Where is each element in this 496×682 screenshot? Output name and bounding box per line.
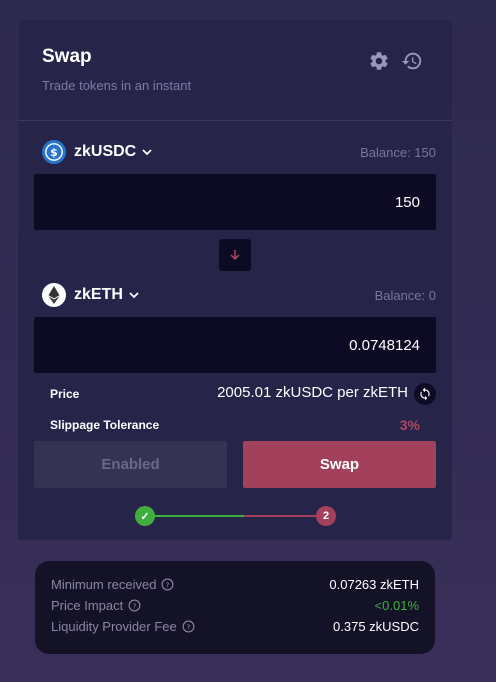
to-token-row: zkETH Balance: 0: [42, 283, 436, 309]
arrow-down-icon: [230, 250, 240, 261]
svg-text:?: ?: [133, 601, 137, 610]
min-received-row: Minimum received ? 0.07263 zkETH: [51, 577, 419, 595]
to-amount-input[interactable]: [34, 317, 436, 373]
to-balance: Balance: 0: [374, 288, 436, 303]
chevron-down-icon: [142, 149, 152, 156]
price-impact-row: Price Impact ? <0.01%: [51, 598, 419, 616]
slippage-label: Slippage Tolerance: [50, 418, 160, 432]
to-token-select[interactable]: zkETH: [42, 283, 140, 307]
help-icon[interactable]: ?: [182, 620, 195, 633]
min-received-value: 0.07263 zkETH: [329, 577, 419, 592]
enabled-button[interactable]: Enabled: [34, 441, 227, 488]
lp-fee-value: 0.375 zkUSDC: [333, 619, 419, 634]
swap-summary: Minimum received ? 0.07263 zkETH Price I…: [35, 561, 435, 654]
chevron-down-icon: [129, 292, 139, 299]
to-token-name: zkETH: [74, 286, 123, 303]
swap-card: Swap Trade tokens in an instant $ zkUSDC…: [18, 20, 452, 540]
from-token-select[interactable]: $ zkUSDC: [42, 140, 153, 164]
lp-fee-row: Liquidity Provider Fee ? 0.375 zkUSDC: [51, 619, 419, 637]
help-icon[interactable]: ?: [128, 599, 141, 612]
usdc-logo-icon: $: [42, 140, 66, 164]
help-icon[interactable]: ?: [161, 578, 174, 591]
svg-text:?: ?: [166, 580, 170, 589]
price-impact-label: Price Impact: [51, 598, 124, 613]
from-token-row: $ zkUSDC Balance: 150: [42, 140, 436, 166]
refresh-price-button[interactable]: [414, 383, 436, 405]
page-subtitle: Trade tokens in an instant: [42, 78, 192, 93]
switch-direction-button[interactable]: [219, 239, 251, 271]
from-balance: Balance: 150: [360, 145, 436, 160]
page-title: Swap: [42, 46, 92, 67]
gear-icon[interactable]: [368, 50, 390, 72]
price-impact-value: <0.01%: [374, 598, 419, 613]
min-received-label: Minimum received: [51, 577, 157, 592]
eth-logo-icon: [42, 283, 66, 307]
from-amount-field[interactable]: [34, 174, 436, 230]
from-token-name: zkUSDC: [74, 143, 137, 160]
svg-text:$: $: [50, 146, 58, 159]
price-value: 2005.01 zkUSDC per zkETH: [217, 384, 408, 401]
swap-header: Swap Trade tokens in an instant: [18, 20, 452, 121]
refresh-icon: [420, 387, 430, 401]
svg-text:?: ?: [186, 622, 190, 631]
step-2: 2: [316, 506, 336, 526]
price-label: Price: [50, 387, 80, 401]
swap-button[interactable]: Swap: [243, 441, 436, 488]
step-1-check: ✓: [135, 506, 155, 526]
lp-fee-label: Liquidity Provider Fee: [51, 619, 177, 634]
from-amount-input[interactable]: [34, 174, 436, 230]
progress-line-done: [154, 515, 244, 517]
history-icon[interactable]: [401, 50, 423, 72]
progress-line-pending: [244, 515, 325, 517]
slippage-value[interactable]: 3%: [400, 417, 420, 433]
to-amount-field[interactable]: [34, 317, 436, 373]
